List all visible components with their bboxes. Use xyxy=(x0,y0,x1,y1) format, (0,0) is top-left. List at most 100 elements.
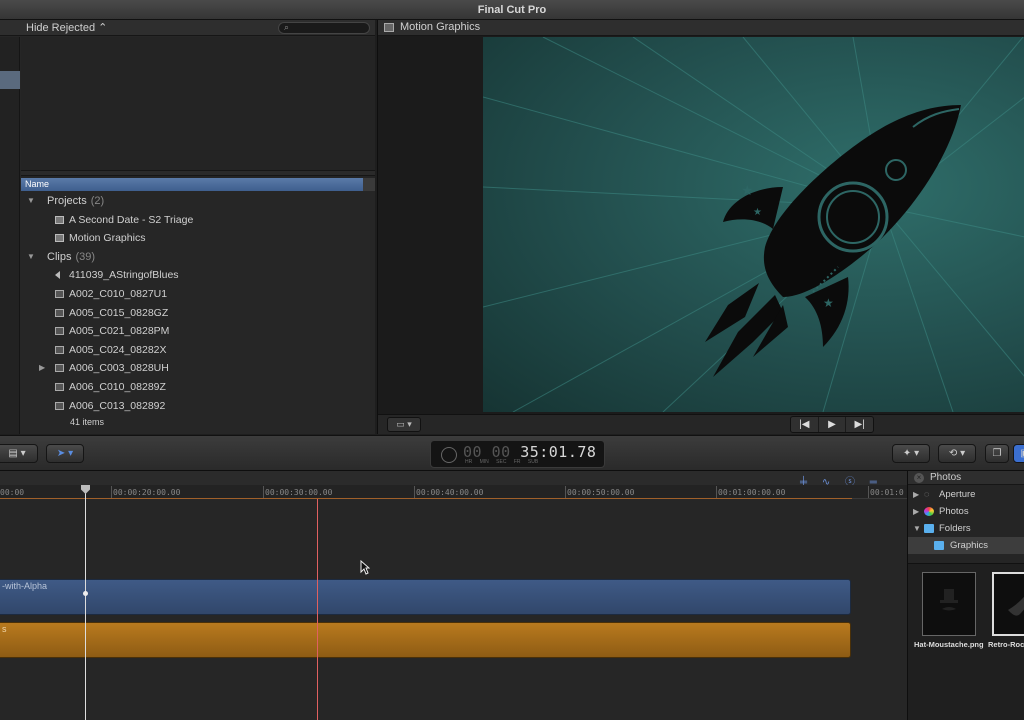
group-clips[interactable]: ▼ Clips (39) xyxy=(21,248,375,267)
video-clip-icon xyxy=(55,345,64,354)
photos-header: × Photos xyxy=(908,471,1024,485)
source-label: Aperture xyxy=(939,489,976,500)
list-item[interactable]: A005_C021_0828PM xyxy=(21,322,375,341)
svg-text:★: ★ xyxy=(741,183,754,199)
connected-clip[interactable]: -with-Alpha xyxy=(0,579,851,615)
transport-controls: |◀ ▶ ▶| xyxy=(790,416,874,433)
disclosure-closed-icon[interactable]: ▶ xyxy=(913,503,919,520)
browser-list: ▼ Projects (2) A Second Date - S2 Triage … xyxy=(21,192,375,414)
group-count: (39) xyxy=(75,250,96,263)
source-aperture[interactable]: ▶ ◌ Aperture xyxy=(908,486,1024,503)
timeline-tracks[interactable]: -with-Alpha s xyxy=(0,500,907,720)
viewer-title: Motion Graphics xyxy=(400,21,481,33)
source-graphics[interactable]: Graphics xyxy=(908,537,1024,554)
items-count: 41 items xyxy=(70,417,105,427)
item-label: A Second Date - S2 Triage xyxy=(69,213,194,226)
timeline-header: ╪ ∿ ⓢ ═ xyxy=(0,471,907,488)
svg-text:★: ★ xyxy=(823,296,834,310)
search-input[interactable]: ⌕ xyxy=(278,22,370,34)
disclosure-open-icon[interactable]: ▼ xyxy=(27,192,35,211)
ruler-tick: 00:01:00:00.00 xyxy=(715,486,786,498)
timeline: ╪ ∿ ⓢ ═ 00:00 00:00:20:00.00 00:00:30:00… xyxy=(0,471,907,720)
browser-toggle-button[interactable]: ❐ xyxy=(985,444,1009,463)
photos-browser: × Photos ▶ ◌ Aperture ▶ Photos ▼ Folders… xyxy=(907,471,1024,720)
mouse-cursor-icon xyxy=(360,560,370,575)
list-item[interactable]: 411039_AStringofBlues xyxy=(21,266,375,285)
item-label: 411039_AStringofBlues xyxy=(69,269,179,282)
group-projects[interactable]: ▼ Projects (2) xyxy=(21,192,375,211)
video-clip-icon xyxy=(55,364,64,373)
list-item[interactable]: A006_C010_08289Z xyxy=(21,378,375,397)
disclosure-closed-icon[interactable]: ▶ xyxy=(39,359,45,378)
selected-event[interactable] xyxy=(0,71,20,89)
list-item[interactable]: A005_C024_08282X xyxy=(21,341,375,360)
list-item[interactable]: Motion Graphics xyxy=(21,229,375,248)
disclosure-open-icon[interactable]: ▼ xyxy=(27,248,35,267)
rocket-thumb-icon xyxy=(1008,596,1024,616)
audio-clip[interactable]: s xyxy=(0,622,851,658)
list-item[interactable]: A006_C013_082892 xyxy=(21,397,375,414)
render-bar xyxy=(0,498,852,499)
background-tasks-icon[interactable] xyxy=(441,447,457,463)
photos-title: Photos xyxy=(930,472,962,483)
clip-name: s xyxy=(2,624,7,634)
timeline-ruler[interactable]: 00:00 00:00:20:00.00 00:00:30:00.00 00:0… xyxy=(0,485,907,499)
disclosure-closed-icon[interactable]: ▶ xyxy=(913,486,919,503)
previous-edit-button[interactable]: |◀ xyxy=(791,417,819,432)
media-browser-button[interactable]: ▣ xyxy=(1013,444,1024,463)
retime-button[interactable]: ⟲ ▾ xyxy=(938,444,976,463)
viewer-toolbar: Motion Graphics xyxy=(378,20,1024,36)
playhead[interactable] xyxy=(317,499,318,720)
item-label: A002_C010_0827U1 xyxy=(69,287,168,300)
source-folders[interactable]: ▼ Folders xyxy=(908,520,1024,537)
timecode-units: HR MIN SEC FR SUB xyxy=(465,459,539,465)
filter-popup[interactable]: Hide Rejected ⌃ xyxy=(26,21,107,34)
video-clip-icon xyxy=(55,382,64,391)
main-toolbar: ▤ ▾ ➤ ▾ 00 00 35:01.78 HR MIN SEC FR SUB… xyxy=(0,435,1024,471)
viewer-canvas[interactable]: ★ ★ ★ xyxy=(483,37,1024,412)
source-photos[interactable]: ▶ Photos xyxy=(908,503,1024,520)
list-item[interactable]: ▶ A006_C003_0828UH xyxy=(21,359,375,378)
library-sidebar[interactable] xyxy=(0,37,20,434)
next-edit-button[interactable]: ▶| xyxy=(846,417,873,432)
view-options-button[interactable]: ▭ ▾ xyxy=(387,417,421,432)
skimmer-line[interactable] xyxy=(85,485,86,720)
item-label: A006_C003_0828UH xyxy=(69,362,169,375)
close-icon[interactable]: × xyxy=(914,473,924,483)
item-label: A005_C015_0828GZ xyxy=(69,306,169,319)
group-label: Projects xyxy=(47,195,87,207)
thumbnail[interactable] xyxy=(922,572,976,636)
keyframe[interactable] xyxy=(83,591,88,596)
group-count: (2) xyxy=(90,195,105,207)
folder-icon xyxy=(924,524,934,533)
ruler-tick: 00:00:50:00.00 xyxy=(564,486,635,498)
split-handle[interactable] xyxy=(21,170,375,176)
source-label: Photos xyxy=(939,506,969,517)
photos-grid: Hat-Moustache.png Retro-Roc xyxy=(908,563,1024,720)
clip-name: -with-Alpha xyxy=(2,581,48,591)
list-item[interactable]: A002_C010_0827U1 xyxy=(21,285,375,304)
item-label: A005_C021_0828PM xyxy=(69,325,170,338)
video-clip-icon xyxy=(55,308,64,317)
select-tool-button[interactable]: ➤ ▾ xyxy=(46,444,84,463)
dashboard-timecode[interactable]: 00 00 35:01.78 HR MIN SEC FR SUB xyxy=(430,440,605,468)
enhancements-button[interactable]: ✦ ▾ xyxy=(892,444,930,463)
list-item[interactable]: A005_C015_0828GZ xyxy=(21,304,375,323)
search-icon: ⌕ xyxy=(284,22,290,32)
video-clip-icon xyxy=(55,327,64,336)
window-title: Final Cut Pro xyxy=(0,0,1024,20)
thumbnail-label: Hat-Moustache.png xyxy=(914,640,984,649)
ruler-tick: 00:01:0 xyxy=(868,486,904,498)
disclosure-open-icon[interactable]: ▼ xyxy=(913,520,921,537)
photos-icon xyxy=(924,507,934,516)
viewer-bottom-bar: ▭ ▾ |◀ ▶ ▶| xyxy=(378,414,1024,434)
edit-mode-button[interactable]: ▤ ▾ xyxy=(0,444,38,463)
thumbnail[interactable] xyxy=(992,572,1024,636)
column-header-name[interactable]: Name xyxy=(21,178,363,191)
viewer: Motion Graphics ★ ★ ★ ▭ ▾ |◀ ▶ ▶| xyxy=(377,20,1024,434)
thumbnail-label: Retro-Roc xyxy=(988,640,1024,649)
list-item[interactable]: A Second Date - S2 Triage xyxy=(21,211,375,230)
play-button[interactable]: ▶ xyxy=(819,417,847,432)
item-label: A006_C013_082892 xyxy=(69,399,166,412)
ruler-tick: 00:00:30:00.00 xyxy=(262,486,333,498)
